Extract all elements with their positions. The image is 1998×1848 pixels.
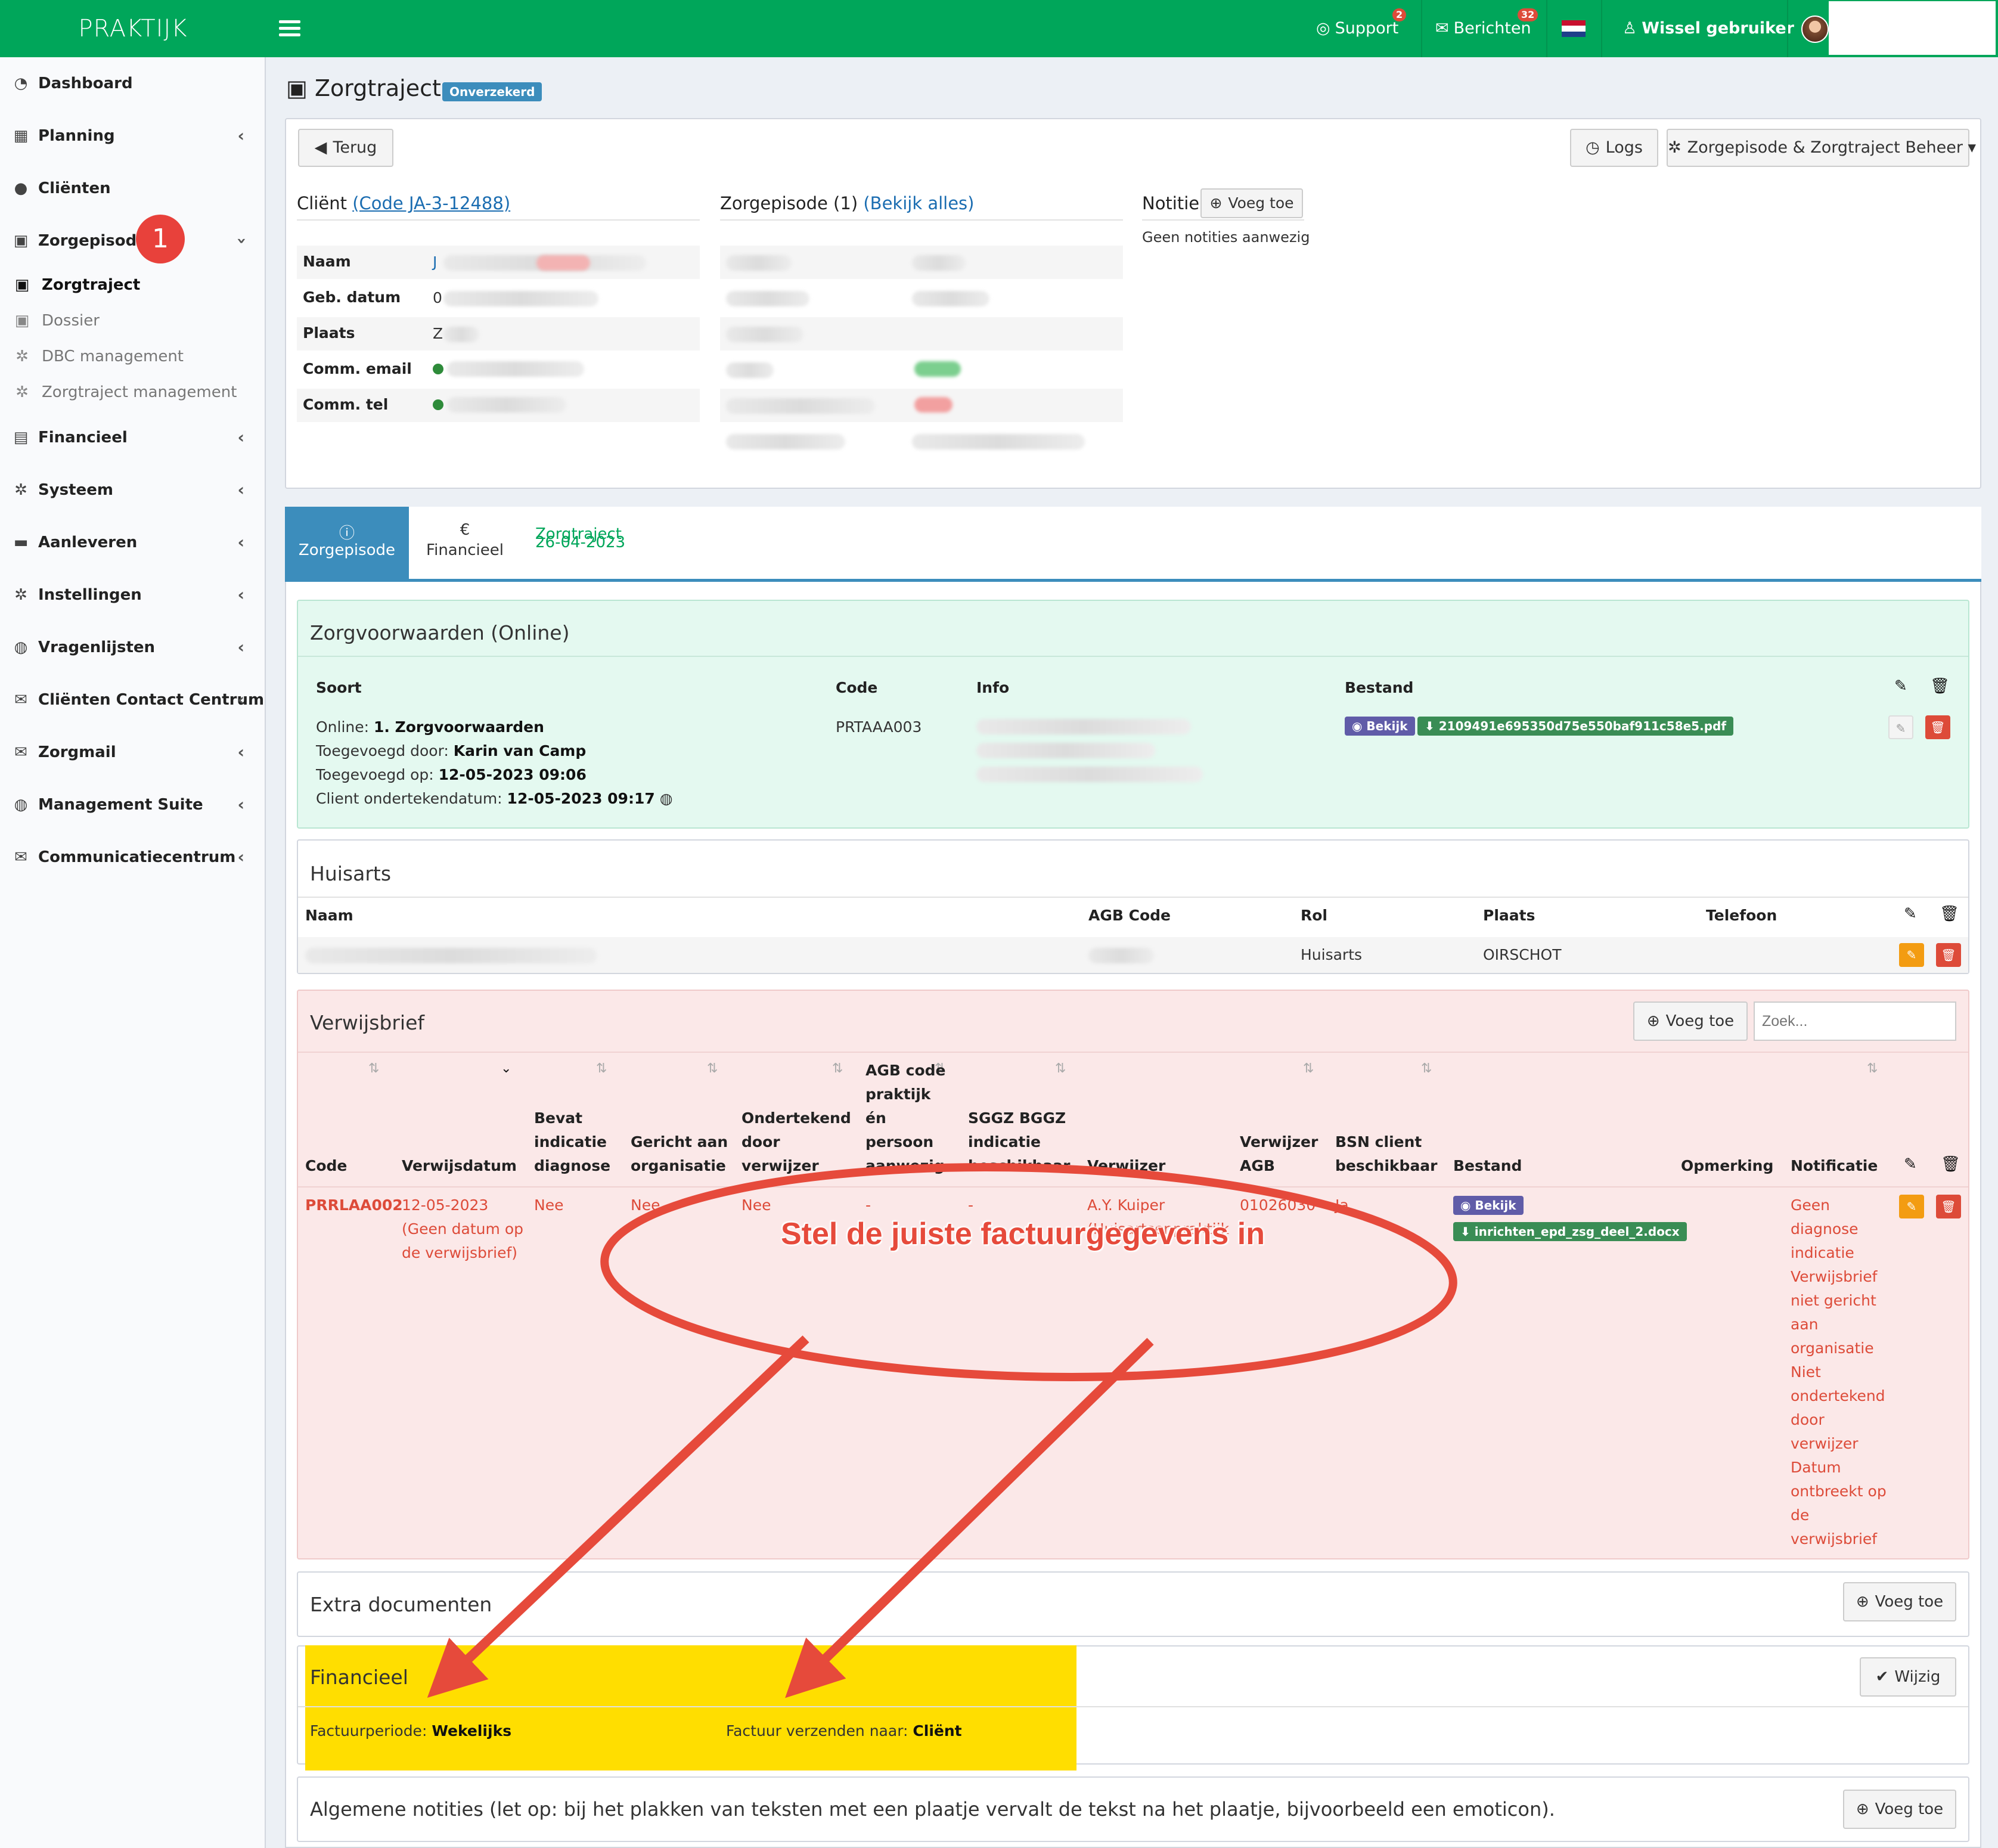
annotation-ellipse [600, 1163, 1457, 1381]
annotation-overlay [427, 1163, 1457, 1698]
annotation-arrow [427, 1335, 809, 1698]
annotation-arrow [785, 1338, 1154, 1698]
annotation-callout-text: Stel de juiste factuurgegevens in [781, 1217, 1265, 1251]
